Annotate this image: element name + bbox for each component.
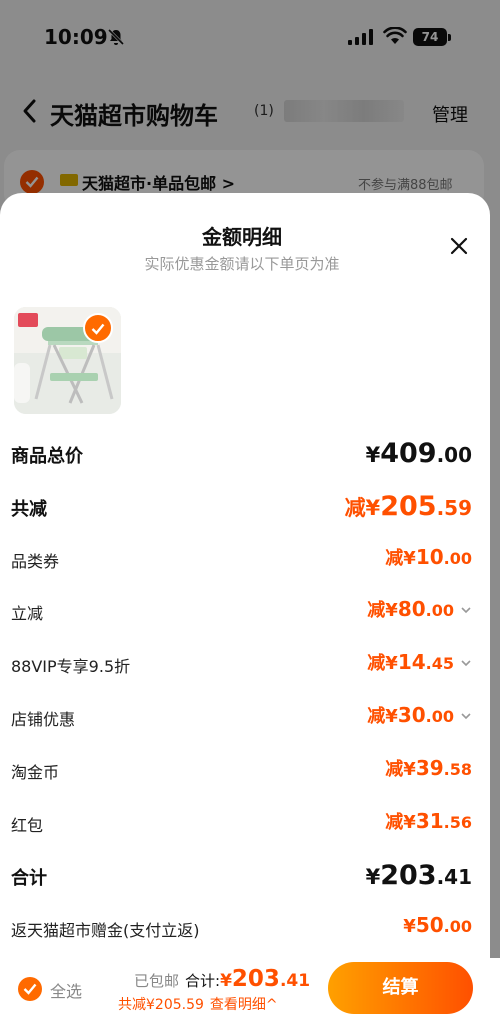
row-store-discount[interactable]: 店铺优惠 减¥30.00 (0, 698, 490, 738)
amount-detail-sheet: 金额明细 实际优惠金额请以下单页为准 商品总价 ¥409.00 共减 减¥205 (0, 193, 490, 1031)
discount-summary: 共减¥205.59 查看明细^ (118, 994, 278, 1014)
row-88vip[interactable]: 88VIP专享9.5折 减¥14.45 (0, 645, 490, 685)
row-value: 减¥30.00 (367, 703, 454, 727)
row-label: 店铺优惠 (11, 710, 76, 729)
chevron-down-icon[interactable] (460, 710, 472, 722)
row-value: 减¥39.58 (385, 756, 472, 780)
row-label: 88VIP专享9.5折 (11, 657, 131, 676)
row-label: 合计 (11, 868, 47, 889)
row-value: ¥50.00 (403, 913, 472, 937)
row-label: 商品总价 (11, 446, 83, 467)
view-detail-link[interactable]: 查看明细^ (210, 997, 278, 1013)
row-item-total: 商品总价 ¥409.00 (0, 434, 490, 474)
free-shipping-label: 已包邮 (134, 972, 180, 990)
chevron-down-icon[interactable] (460, 657, 472, 669)
row-label: 立减 (11, 604, 44, 623)
sheet-subtitle: 实际优惠金额请以下单页为准 (144, 255, 340, 273)
row-cashback: 返天猫超市赠金(支付立返) ¥50.00 (0, 909, 490, 949)
row-label: 品类券 (11, 552, 60, 571)
row-label: 返天猫超市赠金(支付立返) (11, 921, 200, 940)
total-label: 合计: (185, 972, 221, 990)
row-label: 共减 (11, 499, 47, 520)
row-value: 减¥80.00 (367, 597, 454, 621)
row-value: 减¥205.59 (344, 491, 472, 522)
row-value: ¥409.00 (365, 438, 472, 469)
total-amount: ¥203.41 (220, 966, 311, 992)
total-summary: 已包邮 合计:¥203.41 (134, 966, 310, 992)
row-value: 减¥31.56 (385, 809, 472, 833)
row-label: 红包 (11, 816, 44, 835)
row-category-coupon: 品类券 减¥10.00 (0, 540, 490, 580)
product-check-icon[interactable] (83, 313, 113, 343)
checkout-button[interactable]: 结算 (328, 962, 473, 1014)
select-all-label[interactable]: 全选 (50, 978, 82, 1002)
chevron-down-icon[interactable] (460, 604, 472, 616)
sheet-title: 金额明细 (202, 225, 282, 249)
row-value: 减¥14.45 (367, 650, 454, 674)
row-value: ¥203.41 (365, 860, 472, 891)
close-icon[interactable] (448, 235, 470, 257)
row-red-packet: 红包 减¥31.56 (0, 804, 490, 844)
select-all-checkbox[interactable] (18, 977, 42, 1001)
checkout-bar: 全选 已包邮 合计:¥203.41 共减¥205.59 查看明细^ 结算 (0, 958, 500, 1031)
row-instant-discount[interactable]: 立减 减¥80.00 (0, 592, 490, 632)
row-taojinbi: 淘金币 减¥39.58 (0, 751, 490, 791)
discount-text: 共减¥205.59 (118, 997, 204, 1013)
row-value: 减¥10.00 (385, 545, 472, 569)
row-label: 淘金币 (11, 763, 60, 782)
row-total-discount: 共减 减¥205.59 (0, 487, 490, 527)
row-grand-total: 合计 ¥203.41 (0, 856, 490, 896)
